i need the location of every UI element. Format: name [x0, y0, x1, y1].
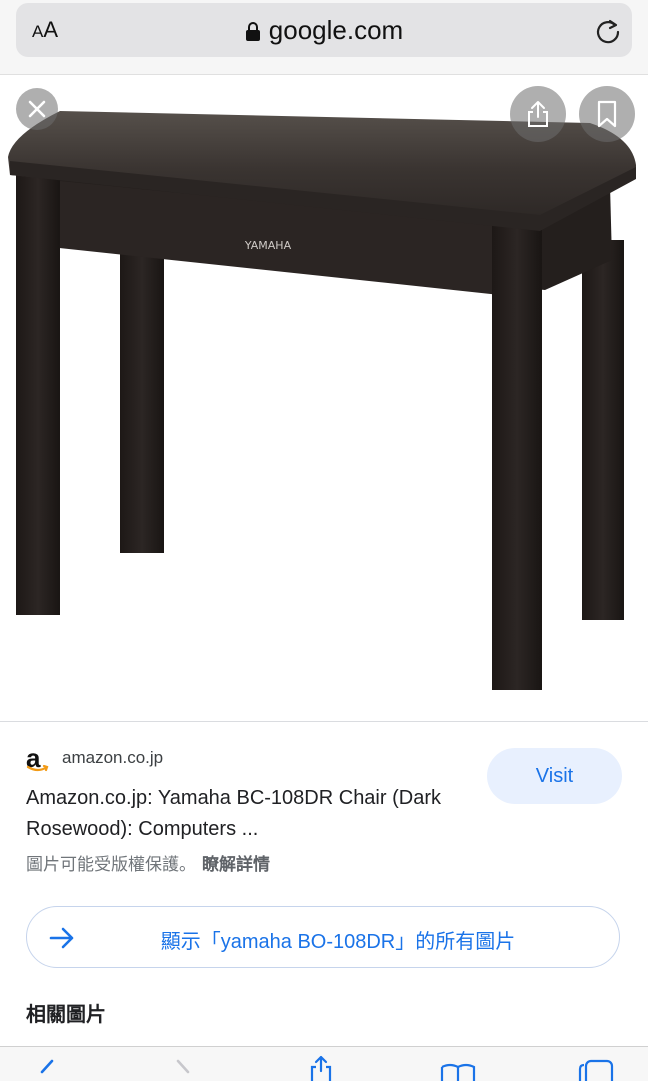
visit-button[interactable]: Visit: [487, 748, 622, 804]
result-title[interactable]: Amazon.co.jp: Yamaha BC-108DR Chair (Dar…: [26, 783, 476, 845]
learn-more-link[interactable]: 瞭解詳情: [202, 855, 270, 874]
show-all-images-button[interactable]: 顯示「yamaha BO-108DR」的所有圖片: [26, 906, 620, 968]
image-preview[interactable]: YAMAHA: [0, 75, 648, 722]
address-bar[interactable]: AA google.com: [16, 3, 632, 57]
tabs-icon[interactable]: [578, 1059, 614, 1081]
url-display[interactable]: google.com: [16, 15, 632, 46]
browser-top-bar: AA google.com: [0, 0, 648, 75]
copyright-text: 圖片可能受版權保護。: [26, 855, 196, 874]
url-text: google.com: [268, 15, 404, 45]
back-icon[interactable]: [34, 1057, 58, 1081]
amazon-smile-icon: [26, 765, 49, 772]
source-domain: amazon.co.jp: [62, 748, 164, 767]
source-row[interactable]: a amazon.co.jp: [26, 744, 163, 772]
product-image: YAMAHA: [8, 111, 636, 690]
amazon-logo: a: [26, 745, 52, 772]
share-icon: [528, 101, 548, 127]
reload-icon[interactable]: [594, 17, 622, 45]
close-button[interactable]: [16, 88, 58, 130]
browser-bottom-toolbar: [0, 1046, 648, 1081]
share-button[interactable]: [510, 86, 566, 142]
copyright-notice: 圖片可能受版權保護。 瞭解詳情: [26, 850, 270, 875]
bookmark-icon: [597, 100, 617, 128]
show-all-label: 顯示「yamaha BO-108DR」的所有圖片: [160, 931, 516, 953]
save-button[interactable]: [579, 86, 635, 142]
close-icon: [28, 100, 46, 118]
lock-icon: [245, 22, 260, 41]
share-toolbar-icon[interactable]: [306, 1055, 336, 1081]
bookmarks-icon[interactable]: [440, 1063, 476, 1081]
bench-brand-logo: YAMAHA: [244, 239, 292, 252]
related-images-heading: 相關圖片: [26, 1004, 106, 1026]
forward-icon[interactable]: [172, 1057, 196, 1081]
